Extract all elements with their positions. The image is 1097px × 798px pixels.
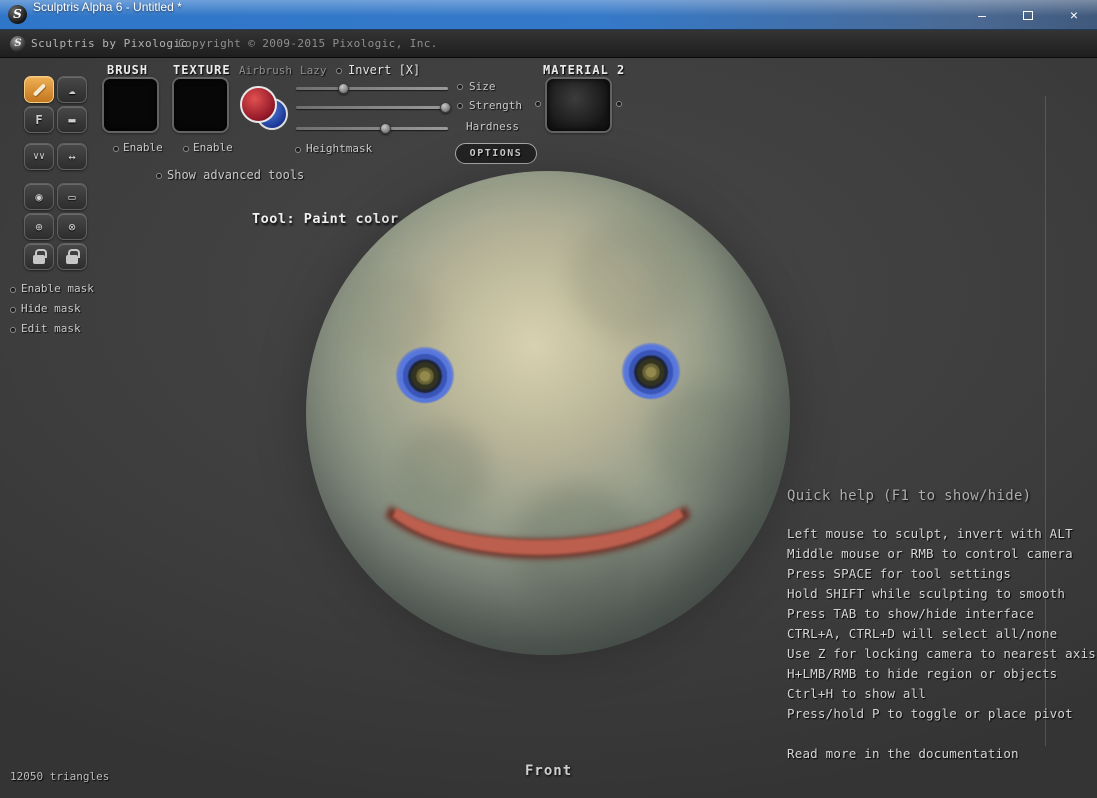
material-swatch[interactable]	[545, 77, 612, 133]
tool-mask-add-button[interactable]: ⊕	[24, 213, 54, 240]
invert-label[interactable]: Invert [X]	[348, 63, 420, 77]
minimize-button[interactable]: –	[959, 0, 1005, 30]
lazy-toggle[interactable]: Lazy	[300, 64, 327, 77]
material-section-label: MATERIAL 2	[543, 63, 626, 77]
hide-mask-checkbox[interactable]	[10, 307, 16, 313]
paint-color-picker[interactable]	[240, 86, 290, 134]
maximize-icon	[1023, 10, 1033, 20]
viewport-canvas[interactable]: ☁ F ▬ ∨∨ ↔ ◉ ▭ ⊕ ⊗ Enable mask Hide mask…	[0, 58, 1097, 798]
copyright-text: Copyright © 2009-2015 Pixologic, Inc.	[178, 37, 438, 50]
brush-enable-label[interactable]: Enable	[123, 141, 163, 154]
mask-multiply-icon: ⊗	[68, 219, 76, 234]
tool-flatten-button[interactable]: F	[24, 106, 54, 133]
quick-help-footer: Read more in the documentation	[787, 746, 1019, 761]
window-controls: – ×	[959, 0, 1097, 30]
app-window: S Sculptris Alpha 6 - Untitled * – × S S…	[0, 0, 1097, 798]
painted-right-eye	[622, 343, 680, 399]
material-prev-dot[interactable]	[535, 101, 541, 107]
quick-help-title: Quick help (F1 to show/hide)	[787, 488, 1032, 504]
strength-label: Strength	[469, 99, 522, 112]
options-button[interactable]: OPTIONS	[455, 143, 537, 164]
lock-open-icon	[66, 248, 80, 264]
app-logo-icon: S	[8, 5, 27, 24]
brush-stroke-icon	[32, 82, 46, 97]
model-sphere[interactable]	[306, 171, 790, 655]
menu-bar: S Sculptris by Pixologic Copyright © 200…	[0, 30, 1097, 58]
view-orientation-label: Front	[525, 763, 573, 779]
mask-add-icon: ⊕	[35, 219, 43, 234]
brand-text: Sculptris by Pixologic	[31, 37, 188, 50]
painted-smile	[372, 407, 704, 555]
brush-enable-checkbox[interactable]	[113, 146, 119, 152]
bar-icon: ▬	[68, 112, 76, 127]
tool-mask-multiply-button[interactable]: ⊗	[57, 213, 87, 240]
quick-help-line: H+LMB/RMB to hide region or objects	[787, 666, 1058, 681]
quick-help-line: Press SPACE for tool settings	[787, 566, 1012, 581]
flatten-icon: F	[35, 112, 43, 127]
size-label: Size	[469, 80, 496, 93]
quick-help-line: CTRL+A, CTRL+D will select all/none	[787, 626, 1058, 641]
crease-icon: ∨∨	[32, 151, 46, 162]
strength-slider-thumb[interactable]	[440, 102, 451, 113]
window-title: Sculptris Alpha 6 - Untitled *	[33, 0, 182, 14]
airbrush-toggle[interactable]: Airbrush	[239, 64, 292, 77]
quick-help-line: Ctrl+H to show all	[787, 686, 927, 701]
strength-slider[interactable]	[296, 106, 448, 109]
size-radio[interactable]	[457, 84, 463, 90]
primary-color-ball-icon	[240, 86, 277, 123]
tool-unlock-button[interactable]	[57, 243, 87, 270]
enable-mask-checkbox[interactable]	[10, 287, 16, 293]
hide-mask-label[interactable]: Hide mask	[21, 302, 81, 315]
edit-mask-checkbox[interactable]	[10, 327, 16, 333]
texture-enable-label[interactable]: Enable	[193, 141, 233, 154]
quick-help-line: Press/hold P to toggle or place pivot	[787, 706, 1073, 721]
strength-radio[interactable]	[457, 103, 463, 109]
show-advanced-label[interactable]: Show advanced tools	[167, 168, 304, 182]
material-next-dot[interactable]	[616, 101, 622, 107]
quick-help-line: Left mouse to sculpt, invert with ALT	[787, 526, 1073, 541]
title-bar: S Sculptris Alpha 6 - Untitled * – ×	[0, 0, 1097, 30]
brush-section-label: BRUSH	[107, 63, 149, 77]
tool-crease-button[interactable]: ∨∨	[24, 143, 54, 170]
quick-help-line: Use Z for locking camera to nearest axis	[787, 646, 1097, 661]
show-advanced-checkbox[interactable]	[156, 173, 162, 179]
size-slider[interactable]	[296, 87, 448, 90]
sphere-icon: ◉	[35, 189, 43, 204]
tool-fill-button[interactable]: ▬	[57, 106, 87, 133]
tool-inflate-button[interactable]: ◉	[24, 183, 54, 210]
invert-checkbox[interactable]	[336, 68, 342, 74]
tool-pinch-button[interactable]: ↔	[57, 143, 87, 170]
pinch-arrows-icon: ↔	[68, 149, 76, 164]
size-slider-thumb[interactable]	[338, 83, 349, 94]
tool-lock-button[interactable]	[24, 243, 54, 270]
pill-icon: ▭	[68, 189, 76, 204]
quick-help-list: Left mouse to sculpt, invert with ALT Mi…	[787, 526, 1096, 766]
triangle-count: 12050 triangles	[10, 770, 110, 783]
tool-grab-button[interactable]: ▭	[57, 183, 87, 210]
tool-paint-brush-button[interactable]	[24, 76, 54, 103]
right-edge-divider	[1045, 96, 1046, 746]
texture-swatch[interactable]	[172, 77, 229, 133]
quick-help-line: Hold SHIFT while sculpting to smooth	[787, 586, 1066, 601]
heightmask-checkbox[interactable]	[295, 147, 301, 153]
hardness-label: Hardness	[466, 120, 519, 133]
cloud-icon: ☁	[68, 82, 76, 97]
brand-logo-icon: S	[10, 36, 26, 52]
enable-mask-label[interactable]: Enable mask	[21, 282, 94, 295]
texture-section-label: TEXTURE	[173, 63, 231, 77]
tool-smooth-button[interactable]: ☁	[57, 76, 87, 103]
texture-enable-checkbox[interactable]	[183, 146, 189, 152]
maximize-button[interactable]	[1005, 0, 1051, 30]
heightmask-label[interactable]: Heightmask	[306, 142, 372, 155]
brush-swatch[interactable]	[102, 77, 159, 133]
quick-help-line: Press TAB to show/hide interface	[787, 606, 1035, 621]
hardness-slider-thumb[interactable]	[380, 123, 391, 134]
lock-closed-icon	[33, 248, 47, 264]
quick-help-line: Middle mouse or RMB to control camera	[787, 546, 1073, 561]
edit-mask-label[interactable]: Edit mask	[21, 322, 81, 335]
painted-left-eye	[396, 347, 454, 403]
hardness-slider[interactable]	[296, 127, 448, 130]
close-button[interactable]: ×	[1051, 0, 1097, 30]
